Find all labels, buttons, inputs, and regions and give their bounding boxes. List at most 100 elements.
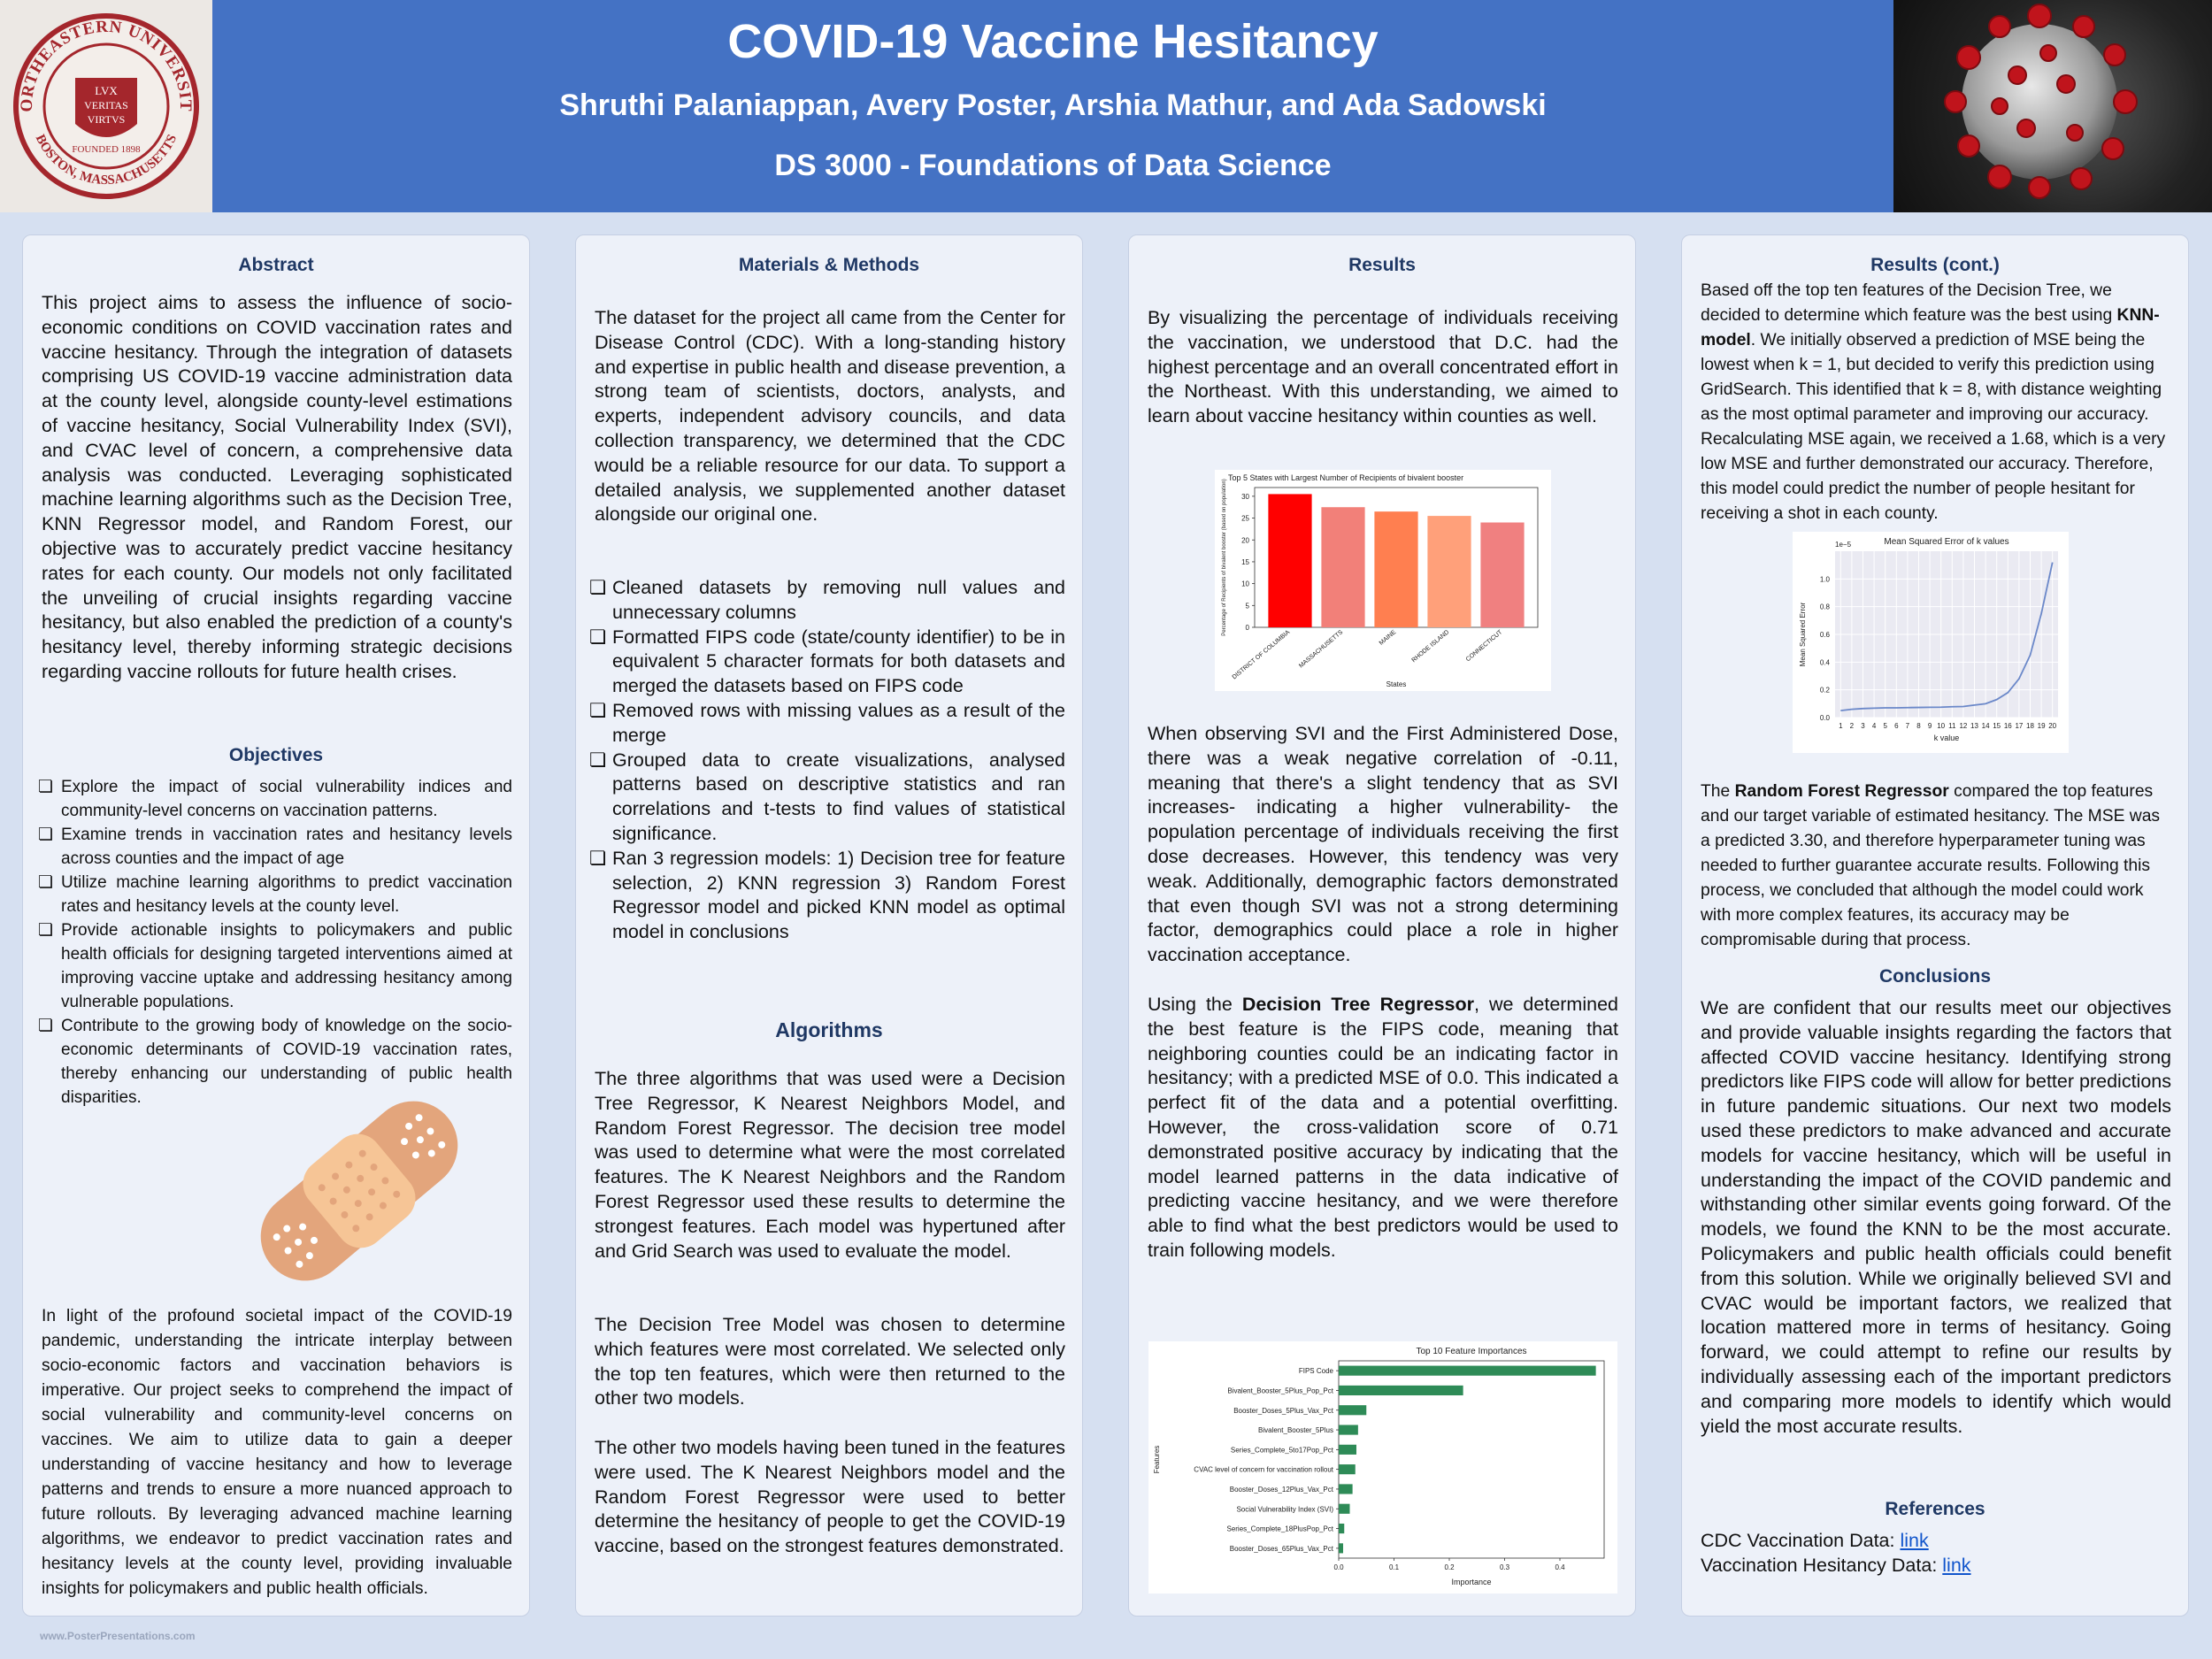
panel-methods-algorithms: Materials & Methods The dataset for the …	[575, 234, 1083, 1617]
y-tick-label: Bivalent_Booster_5Plus_Pop_Pct	[1227, 1386, 1333, 1394]
x-tick-label: 9	[1928, 722, 1932, 730]
references-list: CDC Vaccination Data: link Vaccination H…	[1701, 1529, 2171, 1578]
bar	[1339, 1405, 1367, 1416]
y-tick-label: Booster_Doses_12Plus_Vax_Pct	[1230, 1486, 1334, 1494]
y-tick-label: 20	[1241, 536, 1249, 544]
list-item: ❏ Utilize machine learning algorithms to …	[38, 871, 512, 918]
y-axis-label: Percentage of Recipients of bivalent boo…	[1222, 479, 1227, 635]
checkbox-bullet-icon: ❏	[589, 626, 607, 648]
y-tick-label: 15	[1241, 558, 1249, 566]
algorithms-text-3: The other two models having been tuned i…	[595, 1437, 1065, 1557]
bar	[1339, 1503, 1350, 1514]
bar	[1339, 1523, 1345, 1534]
x-tick-label: 4	[1872, 722, 1877, 730]
hesitancy-data-link[interactable]: link	[1942, 1555, 1970, 1576]
coronavirus-graphic	[1944, 4, 2138, 199]
y-tick-label: 0.0	[1820, 714, 1831, 722]
checkbox-bullet-icon: ❏	[589, 699, 607, 721]
feature-importance-chart: Top 10 Feature Importances FIPS Code Bival…	[1148, 1341, 1617, 1594]
checkbox-bullet-icon: ❏	[38, 921, 54, 940]
x-tick-label: 0.4	[1555, 1563, 1565, 1571]
x-tick-label: 0.0	[1333, 1563, 1344, 1571]
objectives-list: ❏ Explore the impact of social vulnerabil…	[38, 775, 512, 1110]
x-tick-label: RHODE ISLAND	[1411, 629, 1451, 664]
x-tick-label: 3	[1861, 722, 1865, 730]
bar	[1427, 516, 1471, 627]
y-tick-label: Series_Complete_5to17Pop_Pct	[1231, 1446, 1334, 1454]
footer-watermark: www.PosterPresentations.com	[40, 1630, 196, 1642]
results-text-1: By visualizing the percentage of individ…	[1148, 307, 1618, 427]
panel-abstract-objectives: Abstract This project aims to assess the…	[22, 234, 530, 1617]
bar	[1339, 1464, 1356, 1475]
x-tick-label: DISTRICT OF COLUMBIA	[1232, 629, 1292, 680]
y-tick-label: 0.8	[1820, 603, 1831, 611]
x-tick-label: 16	[2004, 722, 2012, 730]
y-tick-label: Booster_Doses_5Plus_Vax_Pct	[1233, 1407, 1334, 1415]
cdc-data-link[interactable]: link	[1900, 1530, 1928, 1551]
list-item: ❏ Explore the impact of social vulnerabil…	[38, 775, 512, 823]
bar	[1339, 1425, 1358, 1435]
x-tick-label: MAINE	[1379, 629, 1398, 647]
x-tick-label: 0.3	[1500, 1563, 1510, 1571]
x-tick-label: 0.1	[1389, 1563, 1400, 1571]
x-tick-label: 10	[1937, 722, 1945, 730]
list-item: ❏ Removed rows with missing values as a r…	[589, 699, 1065, 746]
poster-course: DS 3000 - Foundations of Data Science	[774, 149, 1332, 182]
bar	[1480, 522, 1525, 627]
checkbox-bullet-icon: ❏	[38, 826, 54, 844]
x-tick-label: 7	[1906, 722, 1910, 730]
bar	[1374, 511, 1418, 627]
mse-k-chart: Mean Squared Error of k values 1e−5 0.0 0.2…	[1793, 532, 2069, 753]
panel-results: Results By visualizing the percentage of…	[1128, 234, 1636, 1617]
bar	[1321, 507, 1365, 627]
checkbox-bullet-icon: ❏	[38, 1017, 54, 1035]
x-axis-label: States	[1386, 680, 1407, 688]
university-seal: NORTHEASTERN UNIVERSITY BOSTON, MASSACHU…	[0, 0, 212, 212]
bar	[1339, 1385, 1463, 1396]
x-axis-label: k value	[1934, 733, 1960, 742]
checkbox-bullet-icon: ❏	[589, 577, 607, 598]
methods-list: ❏ Cleaned datasets by removing null value…	[589, 576, 1065, 945]
x-tick-label: 17	[2015, 722, 2023, 730]
university-seal-graphic: NORTHEASTERN UNIVERSITY BOSTON, MASSACHU…	[9, 9, 199, 199]
y-tick-label: FIPS Code	[1299, 1367, 1334, 1375]
objectives-closing-text: In light of the profound societal impact…	[42, 1307, 512, 1598]
y-scale-label: 1e−5	[1835, 541, 1852, 549]
references-heading: References	[1885, 1499, 1985, 1519]
checkbox-bullet-icon: ❏	[589, 749, 607, 771]
y-tick-label: CVAC level of concern for vaccination ro…	[1194, 1466, 1333, 1474]
methods-intro: The dataset for the project all came fro…	[595, 307, 1065, 526]
x-tick-label: 19	[2038, 722, 2046, 730]
reference-item: CDC Vaccination Data: link	[1701, 1530, 1929, 1551]
y-tick-label: 5	[1246, 602, 1250, 610]
algorithms-text-1: The three algorithms that was used were …	[595, 1068, 1065, 1262]
list-item: ❏ Ran 3 regression models: 1) Decision tr…	[589, 847, 1065, 943]
conclusions-text: We are confident that our results meet o…	[1701, 997, 2171, 1437]
x-tick-label: 13	[1970, 722, 1978, 730]
x-tick-label: 0.2	[1444, 1563, 1455, 1571]
bar	[1339, 1365, 1596, 1376]
seal-motto-1: LVX	[95, 84, 118, 97]
y-tick-label: 0.6	[1820, 631, 1831, 639]
conclusions-heading: Conclusions	[1878, 966, 1991, 987]
x-tick-label: 1	[1839, 722, 1843, 730]
y-axis-label: Features	[1153, 1446, 1161, 1474]
algorithms-heading: Algorithms	[775, 1018, 883, 1041]
list-item: ❏ Examine trends in vaccination rates and…	[38, 823, 512, 871]
poster-title: COVID-19 Vaccine Hesitancy	[727, 15, 1379, 68]
seal-motto-3: VIRTVS	[88, 113, 126, 126]
algorithms-text-2: The Decision Tree Model was chosen to de…	[595, 1314, 1065, 1409]
list-item: ❏ Formatted FIPS code (state/county ident…	[589, 626, 1065, 697]
y-tick-label: Bivalent_Booster_5Plus	[1258, 1426, 1333, 1434]
methods-heading: Materials & Methods	[738, 255, 920, 275]
objectives-heading: Objectives	[228, 745, 324, 765]
results-cont-heading: Results (cont.)	[1870, 255, 2000, 275]
y-tick-label: Social Vulnerability Index (SVI)	[1236, 1505, 1333, 1513]
list-item: ❏ Provide actionable insights to policyma…	[38, 918, 512, 1014]
x-tick-label: 20	[2048, 722, 2056, 730]
x-tick-label: MASSACHUSETTS	[1298, 629, 1344, 670]
chart-title: Top 10 Feature Importances	[1416, 1347, 1526, 1356]
abstract-heading: Abstract	[238, 255, 314, 275]
list-item: ❏ Cleaned datasets by removing null value…	[589, 577, 1065, 623]
x-axis-label: Importance	[1451, 1578, 1491, 1586]
